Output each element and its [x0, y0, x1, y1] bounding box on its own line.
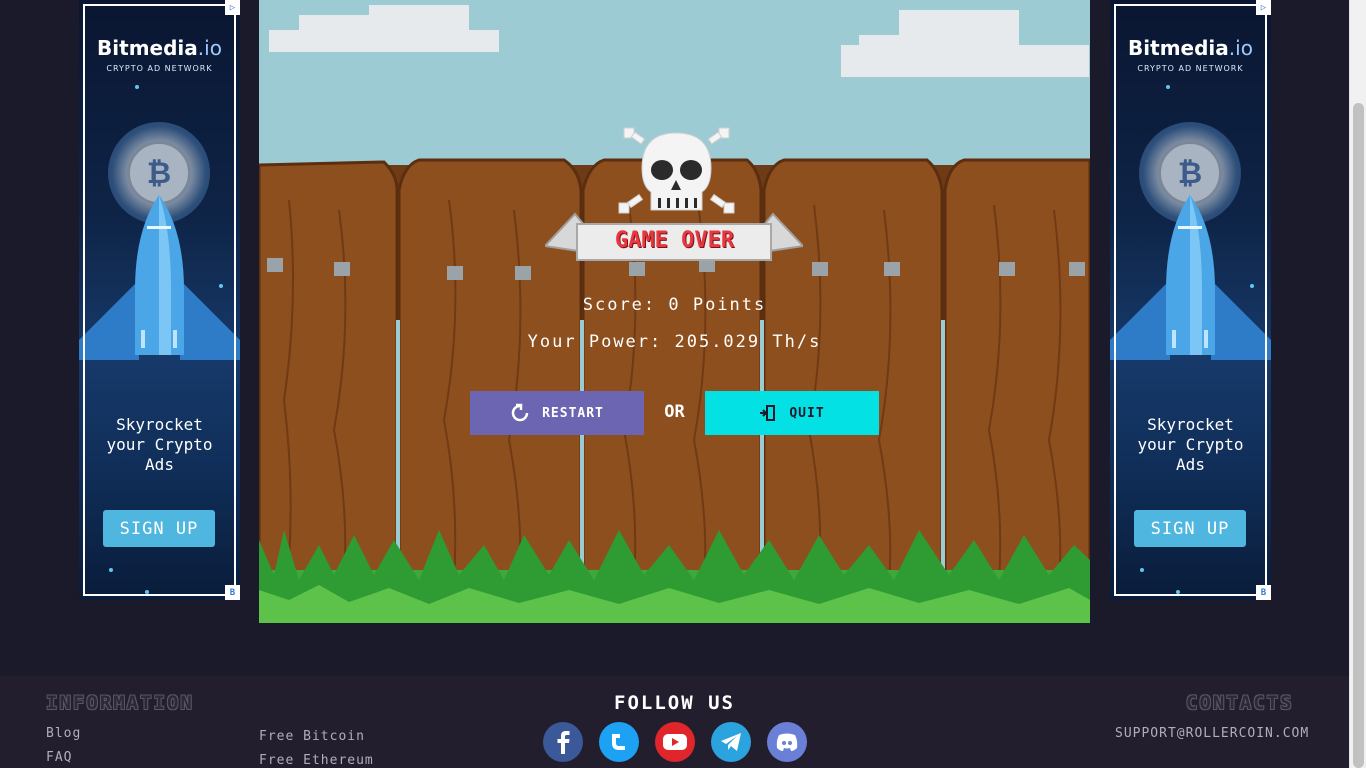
restart-icon	[511, 403, 529, 422]
star-dot	[145, 590, 149, 594]
footer-link-blog[interactable]: Blog	[46, 726, 81, 741]
ad-copy: Skyrocket your Crypto Ads	[106, 415, 213, 474]
quit-label: QUIT	[789, 405, 825, 421]
footer-link-free-bitcoin[interactable]: Free Bitcoin	[259, 729, 365, 744]
ad-background-bottom	[79, 355, 240, 600]
skull-crossbones-icon	[618, 127, 735, 214]
star-dot	[1140, 568, 1144, 572]
star-dot	[1250, 284, 1254, 288]
ad-copy: Skyrocket your Crypto Ads	[1137, 415, 1244, 474]
star-dot	[135, 85, 139, 89]
ad-logo: Bitmedia.io	[97, 36, 222, 60]
telegram-icon[interactable]	[711, 722, 751, 762]
bitmedia-badge-icon[interactable]: B	[225, 585, 240, 600]
star-dot	[1176, 590, 1180, 594]
discord-icon[interactable]	[767, 722, 807, 762]
ad-tagline: CRYPTO AD NETWORK	[106, 64, 213, 73]
bitmedia-badge-icon[interactable]: B	[1256, 585, 1271, 600]
rocket-icon	[1110, 195, 1271, 360]
adchoices-icon[interactable]: ▷	[225, 0, 240, 15]
scrollbar-thumb[interactable]	[1353, 103, 1364, 768]
game-over-title: GAME OVER	[614, 228, 735, 253]
ad-signup-button[interactable]: SIGN UP	[1134, 510, 1246, 547]
twitter-icon[interactable]	[599, 722, 639, 762]
ad-logo: Bitmedia.io	[1128, 36, 1253, 60]
score-text: Score: 0 Points	[582, 295, 767, 315]
star-dot	[219, 284, 223, 288]
rocket-icon	[79, 195, 240, 360]
ad-signup-button[interactable]: SIGN UP	[103, 510, 215, 547]
ad-background-bottom	[1110, 355, 1271, 600]
youtube-icon[interactable]	[655, 722, 695, 762]
restart-label: RESTART	[542, 405, 604, 421]
footer-link-free-ethereum[interactable]: Free Ethereum	[259, 753, 374, 768]
contacts-heading: CONTACTS	[1186, 692, 1294, 714]
ad-tagline: CRYPTO AD NETWORK	[1137, 64, 1244, 73]
footer-link-faq[interactable]: FAQ	[46, 750, 72, 765]
right-ad-banner[interactable]: Bitmedia.io CRYPTO AD NETWORK ₿ Skyrocke…	[1110, 0, 1271, 600]
or-separator: OR	[664, 402, 685, 422]
star-dot	[109, 568, 113, 572]
power-text: Your Power: 205.029 Th/s	[527, 332, 822, 352]
page-scrollbar[interactable]	[1349, 0, 1366, 768]
adchoices-icon[interactable]: ▷	[1256, 0, 1271, 15]
restart-button[interactable]: RESTART	[470, 391, 644, 435]
support-email-link[interactable]: SUPPORT@ROLLERCOIN.COM	[1115, 726, 1309, 741]
site-footer: INFORMATION FOLLOW US CONTACTS Blog FAQ …	[0, 676, 1349, 768]
left-ad-banner[interactable]: Bitmedia.io CRYPTO AD NETWORK ₿ Skyrocke…	[79, 0, 240, 600]
quit-button[interactable]: QUIT	[705, 391, 879, 435]
follow-us-heading: FOLLOW US	[614, 692, 735, 714]
exit-door-icon	[760, 405, 776, 421]
facebook-icon[interactable]	[543, 722, 583, 762]
star-dot	[1166, 85, 1170, 89]
cloud	[841, 10, 1089, 77]
game-canvas: GAME OVER Score: 0 Points Your Power: 20…	[259, 0, 1090, 623]
cloud	[269, 5, 499, 52]
